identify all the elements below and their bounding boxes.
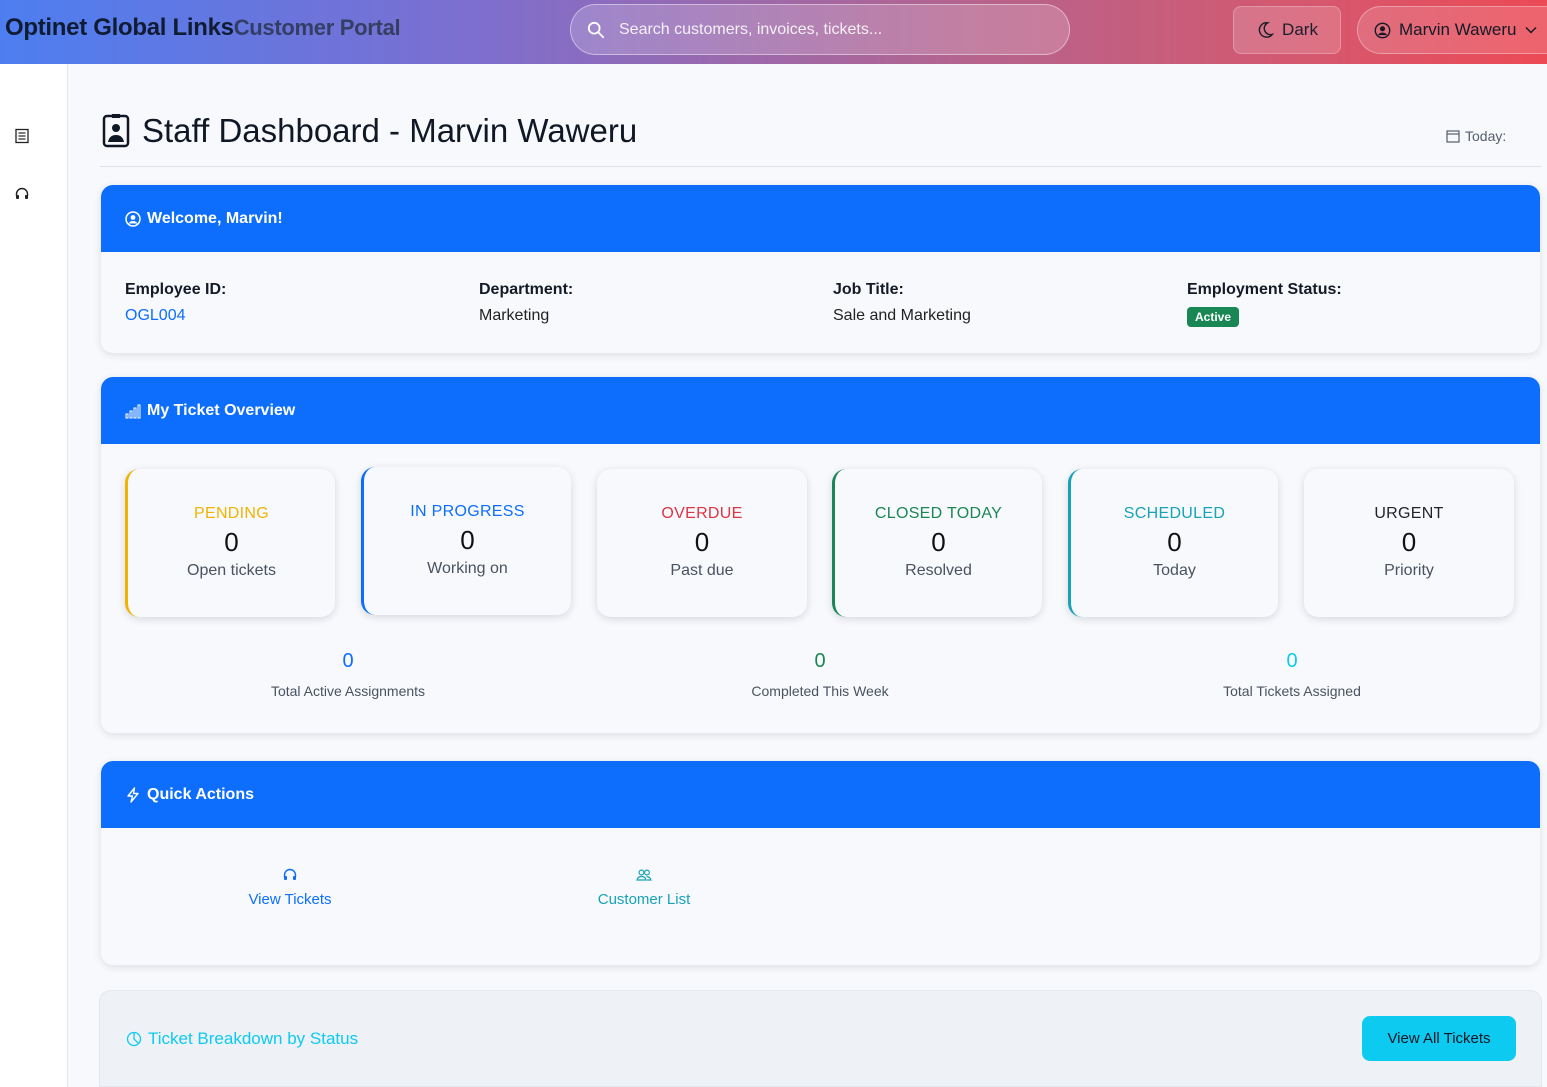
- user-circle-icon: [1374, 22, 1391, 38]
- user-menu[interactable]: Marvin Waweru: [1357, 6, 1547, 54]
- quick-actions-header: Quick Actions: [101, 761, 1540, 828]
- page-title: Staff Dashboard - Marvin Waweru: [102, 112, 637, 150]
- brand-name: Optinet Global Links: [5, 14, 234, 41]
- customer-list-action[interactable]: Customer List: [544, 867, 744, 908]
- job-title-value: Sale and Marketing: [833, 307, 971, 324]
- department-value: Marketing: [479, 307, 550, 324]
- quick-actions-title: Quick Actions: [147, 785, 254, 803]
- stat-sub: Resolved: [905, 562, 972, 579]
- stat-label: IN PROGRESS: [410, 503, 525, 520]
- users-icon: [636, 869, 652, 881]
- stat-card-scheduled[interactable]: SCHEDULED 0 Today: [1068, 469, 1278, 617]
- today-label: Today:: [1465, 128, 1507, 144]
- search-bar[interactable]: [570, 4, 1070, 55]
- stat-card-urgent[interactable]: URGENT 0 Priority: [1304, 469, 1514, 617]
- employee-id-field: Employee ID: OGL004: [125, 281, 479, 327]
- stat-value: 0: [931, 527, 946, 557]
- brand[interactable]: Optinet Global LinksCustomer Portal: [5, 14, 401, 42]
- bar-chart-icon: [125, 404, 141, 418]
- stat-sub: Priority: [1384, 562, 1434, 579]
- top-navbar: Optinet Global LinksCustomer Portal Dark…: [0, 0, 1547, 64]
- view-tickets-action[interactable]: View Tickets: [190, 867, 390, 908]
- stat-card-pending[interactable]: PENDING 0 Open tickets: [125, 469, 335, 617]
- stat-card-in-progress[interactable]: IN PROGRESS 0 Working on: [361, 467, 571, 615]
- moon-icon: [1258, 22, 1275, 38]
- dark-mode-button[interactable]: Dark: [1233, 6, 1341, 54]
- stat-sub: Working on: [427, 560, 508, 577]
- stat-value: 0: [460, 525, 475, 555]
- total-value: 0: [342, 650, 354, 672]
- total-label: Total Active Assignments: [270, 683, 426, 699]
- stat-value: 0: [1401, 527, 1417, 557]
- stat-label: URGENT: [1374, 505, 1444, 522]
- stat-sub: Past due: [670, 562, 734, 579]
- ticket-overview-header: My Ticket Overview: [101, 377, 1540, 444]
- view-all-tickets-button[interactable]: View All Tickets: [1362, 1016, 1516, 1061]
- stat-label: SCHEDULED: [1123, 505, 1226, 522]
- job-title-label: Job Title:: [833, 281, 904, 298]
- ticket-breakdown-card: Ticket Breakdown by Status View All Tick…: [99, 990, 1542, 1087]
- today-indicator: Today:: [1446, 128, 1506, 144]
- stat-value: 0: [694, 527, 710, 557]
- document-icon[interactable]: [14, 128, 30, 144]
- stat-label: CLOSED TODAY: [874, 505, 1003, 522]
- ticket-breakdown-title-text: Ticket Breakdown by Status: [148, 1029, 359, 1048]
- headset-icon[interactable]: [14, 186, 30, 202]
- total-tickets-assigned: 0 Total Tickets Assigned: [1142, 650, 1442, 699]
- stat-card-closed-today[interactable]: CLOSED TODAY 0 Resolved: [832, 469, 1042, 617]
- employee-id-label: Employee ID:: [125, 281, 227, 298]
- brand-subtitle: Customer Portal: [233, 15, 401, 40]
- user-circle-icon: [125, 210, 141, 227]
- user-name: Marvin Waweru: [1399, 20, 1517, 39]
- quick-actions-card: Quick Actions View Tickets Customer List: [101, 761, 1540, 965]
- search-input[interactable]: [619, 20, 1039, 39]
- stat-sub: Open tickets: [187, 562, 276, 579]
- employee-info: Employee ID: OGL004 Department: Marketin…: [125, 281, 1525, 327]
- id-badge-icon: [102, 114, 130, 148]
- lightning-icon: [127, 786, 139, 803]
- total-active-assignments: 0 Total Active Assignments: [198, 650, 498, 699]
- total-label: Completed This Week: [751, 683, 889, 699]
- employee-id-value[interactable]: OGL004: [125, 307, 479, 325]
- stat-value: 0: [224, 527, 239, 557]
- customer-list-label: Customer List: [597, 891, 691, 908]
- ticket-overview-card: My Ticket Overview PENDING 0 Open ticket…: [101, 377, 1540, 733]
- welcome-card-header: Welcome, Marvin!: [101, 185, 1540, 252]
- employment-status-label: Employment Status:: [1187, 281, 1342, 298]
- ticket-overview-title: My Ticket Overview: [147, 401, 296, 419]
- stat-sub: Today: [1153, 562, 1196, 579]
- title-divider: [100, 166, 1541, 167]
- view-tickets-label: View Tickets: [248, 891, 332, 908]
- total-value: 0: [814, 650, 826, 672]
- page-title-text: Staff Dashboard - Marvin Waweru: [142, 112, 638, 149]
- calendar-icon: [1446, 130, 1460, 143]
- search-icon: [587, 21, 605, 38]
- headset-icon: [283, 868, 297, 880]
- sidebar: [0, 64, 68, 1087]
- stat-label: PENDING: [194, 505, 269, 522]
- chevron-down-icon: [1525, 26, 1537, 34]
- dark-mode-label: Dark: [1282, 20, 1318, 39]
- completed-this-week: 0 Completed This Week: [670, 650, 970, 699]
- employment-status-field: Employment Status: Active: [1187, 281, 1540, 327]
- total-label: Total Tickets Assigned: [1223, 683, 1361, 699]
- total-value: 0: [1286, 650, 1298, 672]
- stat-card-overdue[interactable]: OVERDUE 0 Past due: [597, 469, 807, 617]
- welcome-title: Welcome, Marvin!: [147, 209, 283, 227]
- stat-label: OVERDUE: [661, 505, 743, 522]
- department-field: Department: Marketing: [479, 281, 833, 327]
- department-label: Department:: [479, 281, 574, 298]
- pie-chart-icon: [126, 1031, 142, 1047]
- job-title-field: Job Title: Sale and Marketing: [833, 281, 1187, 327]
- welcome-card: Welcome, Marvin! Employee ID: OGL004 Dep…: [101, 185, 1540, 353]
- ticket-breakdown-title: Ticket Breakdown by Status: [126, 1029, 358, 1049]
- stat-value: 0: [1167, 527, 1182, 557]
- status-badge: Active: [1187, 307, 1240, 327]
